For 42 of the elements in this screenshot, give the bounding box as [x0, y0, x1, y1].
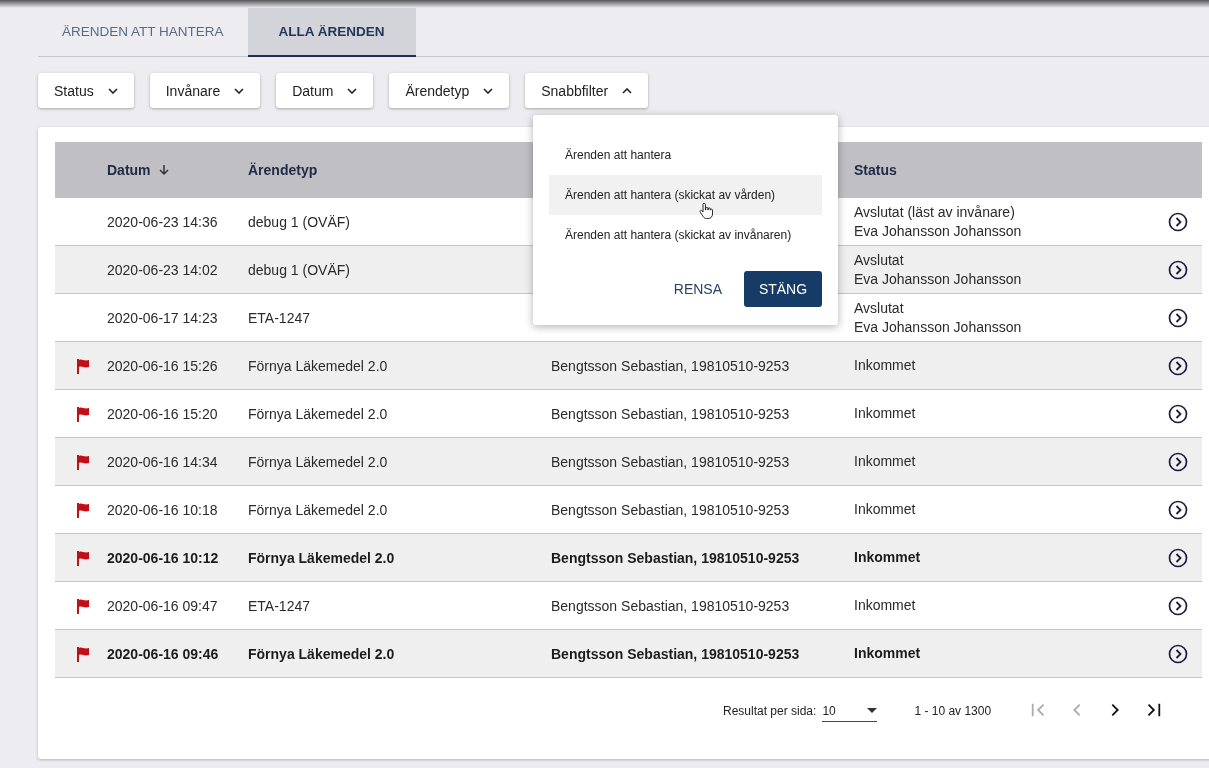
- status-text: Avslutat: [854, 298, 905, 318]
- status-text: Inkommet: [854, 500, 917, 519]
- date-cell-text: 2020-06-16 09:47: [107, 597, 219, 614]
- date-cell-text: 2020-06-16 15:20: [107, 405, 219, 422]
- status-text: Inkommet: [854, 596, 917, 615]
- date-cell-text: 2020-06-17 14:23: [107, 309, 219, 326]
- status-text: Eva Johansson Johansson: [854, 221, 1023, 241]
- case-type-cell-text: Förnya Läkemedel 2.0: [248, 501, 389, 518]
- resident-cell: Bengtsson Sebastian, 19810510-9253: [551, 405, 790, 422]
- case-type-cell-text: Förnya Läkemedel 2.0: [248, 453, 389, 470]
- case-type-cell-text: Förnya Läkemedel 2.0: [248, 357, 389, 374]
- status-text: Avslutat: [854, 250, 905, 270]
- case-type-cell-text: debug 1 (OVÄF): [248, 213, 351, 230]
- case-type-cell-text: Förnya Läkemedel 2.0: [248, 405, 389, 422]
- case-type-cell-text: ETA-1247: [248, 597, 311, 614]
- date-cell-text: 2020-06-16 10:18: [107, 501, 219, 518]
- status-text: Eva Johansson Johansson: [854, 317, 1023, 337]
- page-range: 1 - 10 av 1300: [914, 704, 992, 718]
- resident-cell: Bengtsson Sebastian, 19810510-9253: [551, 645, 800, 662]
- resident-cell: Bengtsson Sebastian, 19810510-9253: [551, 549, 800, 566]
- status-text: Inkommet: [854, 452, 917, 471]
- date-cell-text: 2020-06-23 14:02: [107, 261, 219, 278]
- resident-cell: Bengtsson Sebastian, 19810510-9253: [551, 357, 790, 374]
- status-text: Eva Johansson Johansson: [854, 269, 1023, 289]
- case-type-cell-text: ETA-1247: [248, 309, 311, 326]
- case-type-cell-text: Förnya Läkemedel 2.0: [248, 549, 396, 566]
- status-text: Inkommet: [854, 548, 922, 567]
- resident-cell: Bengtsson Sebastian, 19810510-9253: [551, 453, 790, 470]
- status-text: Inkommet: [854, 356, 917, 375]
- date-cell-text: 2020-06-23 14:36: [107, 213, 219, 230]
- results-per-page-label: Resultat per sida:: [723, 704, 817, 718]
- date-cell-text: 2020-06-16 09:46: [107, 645, 220, 662]
- status-text: Avslutat (läst av invånare): [854, 202, 1016, 222]
- status-text: Inkommet: [854, 404, 917, 423]
- status-text: Inkommet: [854, 644, 922, 663]
- resident-cell: Bengtsson Sebastian, 19810510-9253: [551, 501, 790, 518]
- case-type-cell-text: debug 1 (OVÄF): [248, 261, 351, 278]
- date-cell-text: 2020-06-16 14:34: [107, 453, 219, 470]
- resident-cell: Bengtsson Sebastian, 19810510-9253: [551, 597, 790, 614]
- date-cell-text: 2020-06-16 15:26: [107, 357, 219, 374]
- case-type-cell-text: Förnya Läkemedel 2.0: [248, 645, 396, 662]
- date-cell-text: 2020-06-16 10:12: [107, 549, 220, 566]
